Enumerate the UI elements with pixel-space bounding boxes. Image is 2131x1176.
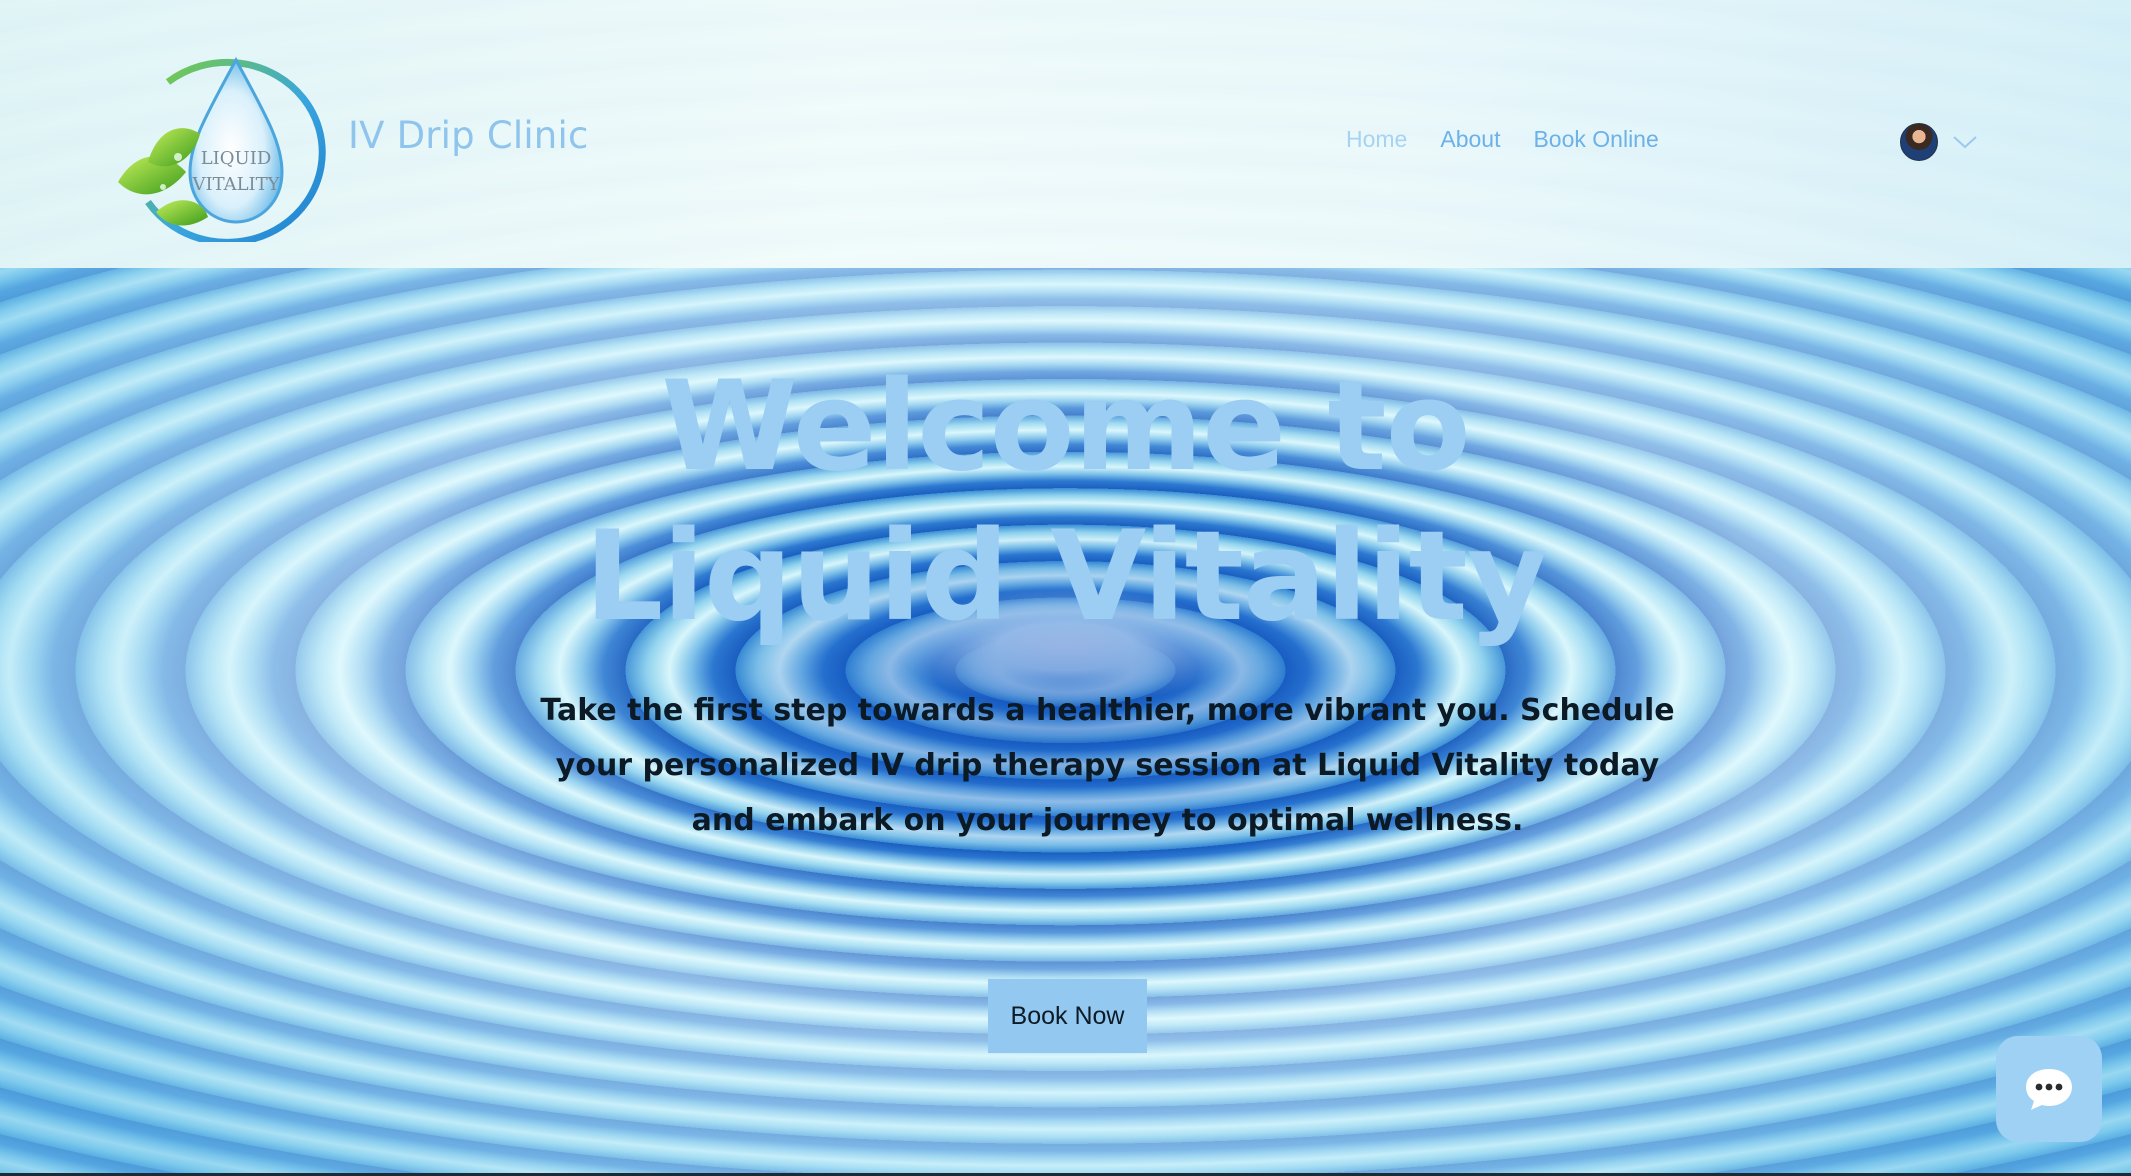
nav-book-online[interactable]: Book Online	[1533, 126, 1658, 153]
logo[interactable]: LIQUID VITALITY	[108, 52, 330, 246]
user-avatar[interactable]	[1900, 123, 1938, 161]
chevron-down-icon[interactable]	[1952, 134, 1978, 150]
book-now-button[interactable]: Book Now	[988, 979, 1147, 1053]
logo-text-vitality: VITALITY	[191, 174, 280, 195]
chat-bubble-icon	[2026, 1069, 2072, 1110]
logo-text-liquid: LIQUID	[201, 148, 272, 169]
water-drop-leaf-logo-icon: LIQUID VITALITY	[118, 56, 326, 246]
account-menu[interactable]	[1900, 123, 1978, 161]
nav-about[interactable]: About	[1440, 126, 1500, 153]
main-nav: Home About Book Online	[1346, 126, 1692, 153]
chat-button[interactable]	[1996, 1036, 2102, 1142]
hero-headline-line2: Liquid Vitality	[584, 505, 1547, 649]
hero-subtext: Take the first step towards a healthier,…	[540, 693, 1675, 838]
page: LIQUID VITALITY IV Drip Clinic Home Abou…	[0, 0, 2131, 1176]
hero-headline: Welcome to Liquid Vitality	[0, 352, 2131, 652]
nav-home[interactable]: Home	[1346, 126, 1407, 153]
hero-headline-line1: Welcome to	[661, 355, 1471, 499]
site-title[interactable]: IV Drip Clinic	[348, 114, 588, 157]
